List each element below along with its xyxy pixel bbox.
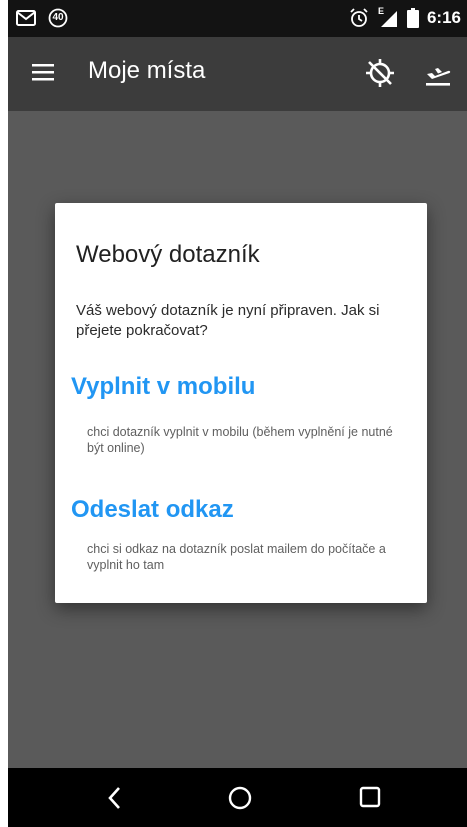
status-bar: 40 E 6:16 — [8, 0, 467, 37]
screen: 40 E 6:16 Moje místa Webový dotazník Váš… — [8, 0, 467, 827]
dialog-title: Webový dotazník — [76, 241, 260, 268]
web-questionnaire-dialog: Webový dotazník Váš webový dotazník je n… — [55, 203, 427, 603]
recents-icon[interactable] — [358, 785, 382, 809]
battery-icon — [406, 8, 419, 28]
dialog-message: Váš webový dotazník je nyní připraven. J… — [76, 302, 380, 339]
back-icon[interactable] — [105, 785, 123, 811]
notification-count: 40 — [52, 12, 64, 23]
fill-in-mobile-description: chci dotazník vyplnit v mobilu (během vy… — [87, 425, 393, 455]
flight-icon[interactable] — [424, 61, 452, 87]
clock: 6:16 — [426, 8, 461, 27]
page-title: Moje místa — [88, 57, 206, 84]
notification-count-icon: 40 — [48, 8, 68, 28]
alarm-icon — [350, 8, 368, 27]
mail-icon — [16, 10, 36, 26]
home-icon[interactable] — [227, 785, 253, 811]
signal-icon: E — [377, 6, 399, 28]
send-link-description: chci si odkaz na dotazník poslat mailem … — [87, 542, 386, 572]
app-bar: Moje místa — [8, 37, 467, 111]
navigation-bar — [8, 768, 467, 827]
gps-off-icon[interactable] — [364, 57, 396, 89]
fill-in-mobile-option[interactable]: Vyplnit v mobilu — [71, 373, 255, 401]
send-link-option[interactable]: Odeslat odkaz — [71, 496, 234, 524]
menu-icon[interactable] — [32, 63, 54, 81]
